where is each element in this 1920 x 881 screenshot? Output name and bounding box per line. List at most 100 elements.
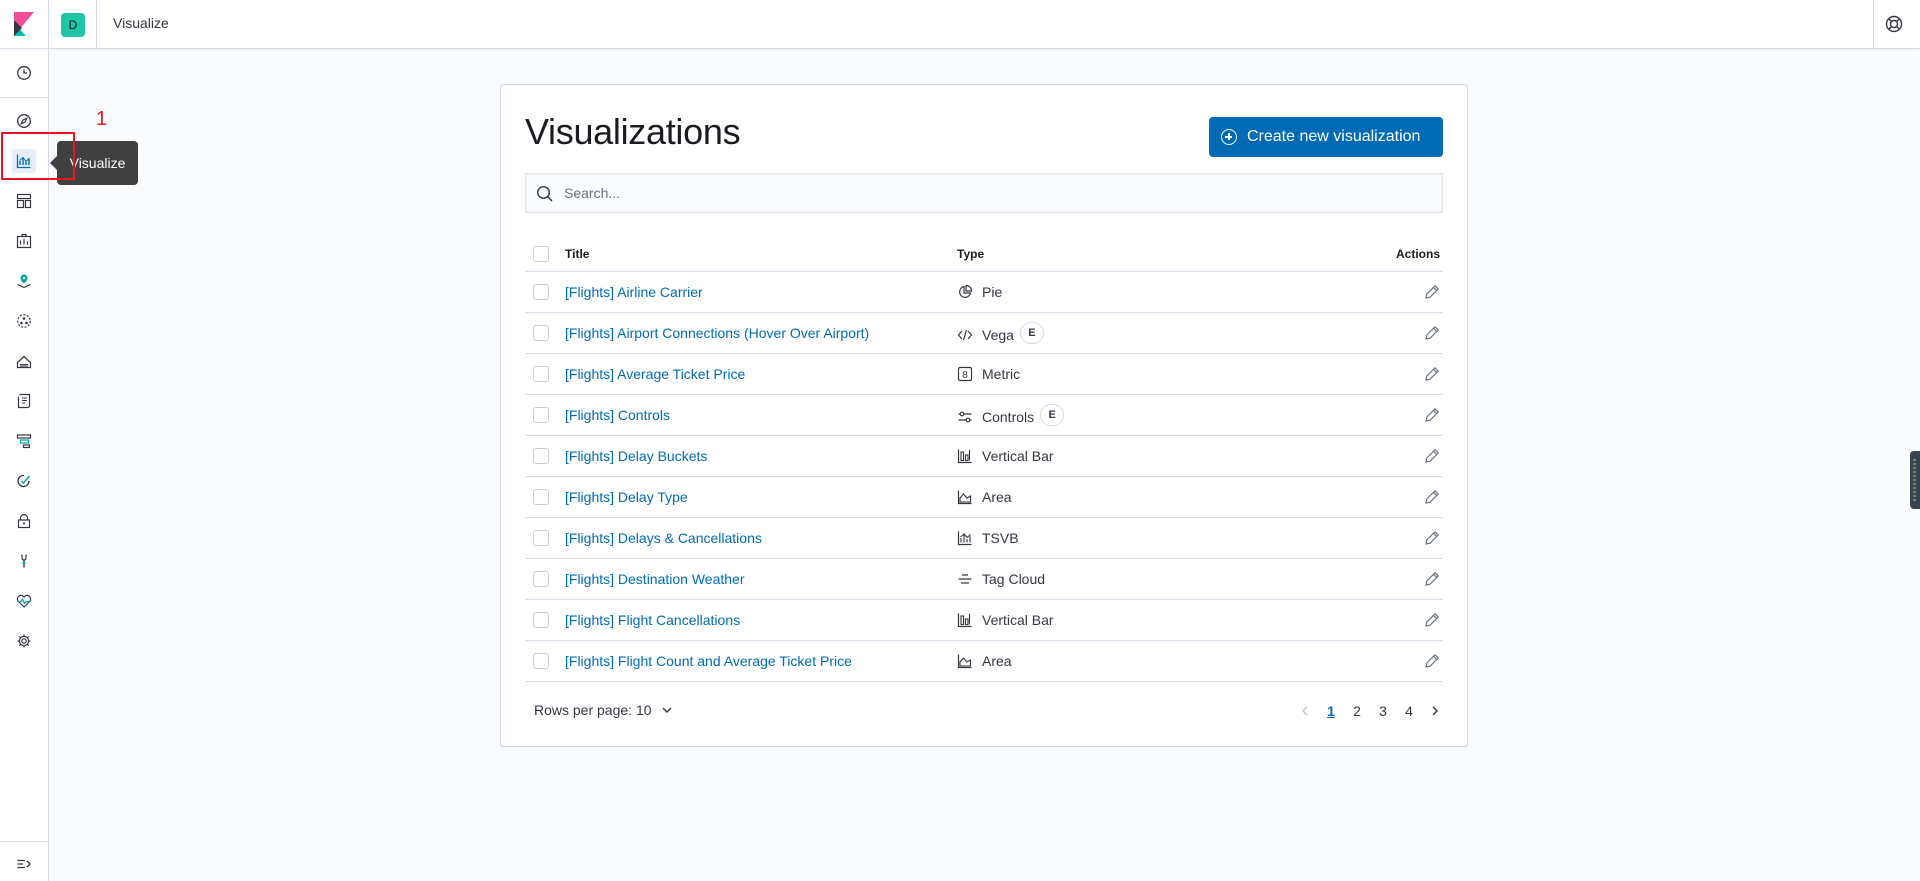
row-checkbox[interactable] <box>533 530 549 546</box>
chevron-down-icon <box>662 707 672 713</box>
visualization-title-link[interactable]: [Flights] Destination Weather <box>565 571 745 587</box>
type-label: Controls <box>982 408 1035 425</box>
nav-canvas-icon[interactable] <box>12 229 36 253</box>
nav-collapse-icon[interactable] <box>12 852 36 876</box>
pie-icon <box>957 284 973 300</box>
edit-button[interactable] <box>1424 284 1440 300</box>
row-checkbox[interactable] <box>533 325 549 341</box>
annotation-highlight-box <box>1 132 75 180</box>
pagination: 1234 <box>1292 700 1448 722</box>
row-checkbox[interactable] <box>533 284 549 300</box>
bar-icon <box>957 448 973 464</box>
row-checkbox[interactable] <box>533 407 549 423</box>
table-row: [Flights] Flight Count and Average Ticke… <box>525 641 1443 682</box>
help-lifebuoy-icon[interactable] <box>1884 14 1904 34</box>
type-label: Area <box>982 653 1012 669</box>
page-title: Visualizations <box>525 111 741 152</box>
annotation-step-1: 1 <box>96 108 108 130</box>
type-label: Tag Cloud <box>982 571 1046 587</box>
nav-dev-tools-icon[interactable] <box>12 549 36 573</box>
metric-icon: 8 <box>957 366 973 382</box>
header-divider <box>96 0 97 49</box>
breadcrumb: Visualize <box>113 15 169 31</box>
pencil-icon <box>1425 284 1440 299</box>
nav-recently-viewed-icon[interactable] <box>12 61 36 85</box>
row-checkbox[interactable] <box>533 612 549 628</box>
search-input[interactable] <box>564 174 1424 212</box>
nav-uptime-icon[interactable] <box>12 469 36 493</box>
type-label: Vertical Bar <box>982 448 1054 464</box>
nav-machine-learning-icon[interactable] <box>12 309 36 333</box>
page-button-3[interactable]: 3 <box>1370 703 1396 719</box>
row-checkbox[interactable] <box>533 571 549 587</box>
create-visualization-button[interactable]: Create new visualization <box>1209 117 1443 157</box>
page-button-2[interactable]: 2 <box>1344 703 1370 719</box>
row-checkbox[interactable] <box>533 366 549 382</box>
edit-button[interactable] <box>1424 407 1440 423</box>
experimental-badge[interactable]: E <box>1040 404 1065 426</box>
visualization-title-link[interactable]: [Flights] Flight Cancellations <box>565 612 740 628</box>
side-panel-handle[interactable] <box>1910 451 1920 509</box>
chevron-right-icon <box>1432 706 1438 716</box>
rows-per-page-selector[interactable]: Rows per page: 10 <box>534 702 674 718</box>
next-page-button[interactable] <box>1422 705 1448 717</box>
chevron-left-icon <box>1302 706 1308 716</box>
nav-security-icon[interactable] <box>12 509 36 533</box>
edit-button[interactable] <box>1424 448 1440 464</box>
code-icon <box>957 327 973 343</box>
nav-infrastructure-icon[interactable] <box>12 349 36 373</box>
table-row: [Flights] Delay Type Area <box>525 477 1443 518</box>
column-header-type[interactable]: Type <box>957 247 984 261</box>
visualization-title-link[interactable]: [Flights] Delay Buckets <box>565 448 707 464</box>
edit-button[interactable] <box>1424 571 1440 587</box>
column-header-title[interactable]: Title <box>565 247 589 261</box>
nav-separator <box>0 841 48 842</box>
page-button-1[interactable]: 1 <box>1318 703 1344 719</box>
bar-icon <box>957 612 973 628</box>
area-icon <box>957 653 973 669</box>
visualization-title-link[interactable]: [Flights] Airline Carrier <box>565 284 703 300</box>
type-label: Vertical Bar <box>982 612 1054 628</box>
tagcloud-icon <box>957 571 973 587</box>
visualization-type: Area <box>957 653 1012 669</box>
previous-page-button[interactable] <box>1292 705 1318 717</box>
select-all-checkbox[interactable] <box>533 246 549 262</box>
nav-management-icon[interactable] <box>12 629 36 653</box>
experimental-badge[interactable]: E <box>1019 322 1044 344</box>
row-checkbox[interactable] <box>533 653 549 669</box>
visualization-type: Tag Cloud <box>957 571 1045 587</box>
table-row: [Flights] Delay Buckets Vertical Bar <box>525 436 1443 477</box>
nav-logs-icon[interactable] <box>12 389 36 413</box>
visualization-type: Area <box>957 489 1012 505</box>
kibana-logo-icon[interactable] <box>14 12 34 36</box>
row-checkbox[interactable] <box>533 489 549 505</box>
nav-dashboard-icon[interactable] <box>12 189 36 213</box>
type-label: Pie <box>982 284 1003 300</box>
nav-maps-icon[interactable] <box>12 269 36 293</box>
edit-button[interactable] <box>1424 530 1440 546</box>
header-divider <box>1873 0 1874 49</box>
search-bar <box>525 173 1443 213</box>
page-numbers: 1234 <box>1318 703 1422 719</box>
tsvb-icon <box>957 530 973 546</box>
pencil-icon <box>1425 653 1440 668</box>
nav-stack-monitoring-icon[interactable] <box>12 589 36 613</box>
visualization-title-link[interactable]: [Flights] Delay Type <box>565 489 688 505</box>
edit-button[interactable] <box>1424 366 1440 382</box>
pencil-icon <box>1425 612 1440 627</box>
table-row: [Flights] Delays & Cancellations TSVB <box>525 518 1443 559</box>
page-button-4[interactable]: 4 <box>1396 703 1422 719</box>
edit-button[interactable] <box>1424 325 1440 341</box>
nav-discover-icon[interactable] <box>12 109 36 133</box>
edit-button[interactable] <box>1424 653 1440 669</box>
visualization-title-link[interactable]: [Flights] Controls <box>565 407 670 423</box>
nav-apm-icon[interactable] <box>12 429 36 453</box>
visualization-title-link[interactable]: [Flights] Average Ticket Price <box>565 366 745 382</box>
visualization-title-link[interactable]: [Flights] Flight Count and Average Ticke… <box>565 653 852 669</box>
visualization-title-link[interactable]: [Flights] Airport Connections (Hover Ove… <box>565 325 869 341</box>
edit-button[interactable] <box>1424 489 1440 505</box>
edit-button[interactable] <box>1424 612 1440 628</box>
row-checkbox[interactable] <box>533 448 549 464</box>
visualization-title-link[interactable]: [Flights] Delays & Cancellations <box>565 530 762 546</box>
space-avatar[interactable]: D <box>61 13 85 37</box>
